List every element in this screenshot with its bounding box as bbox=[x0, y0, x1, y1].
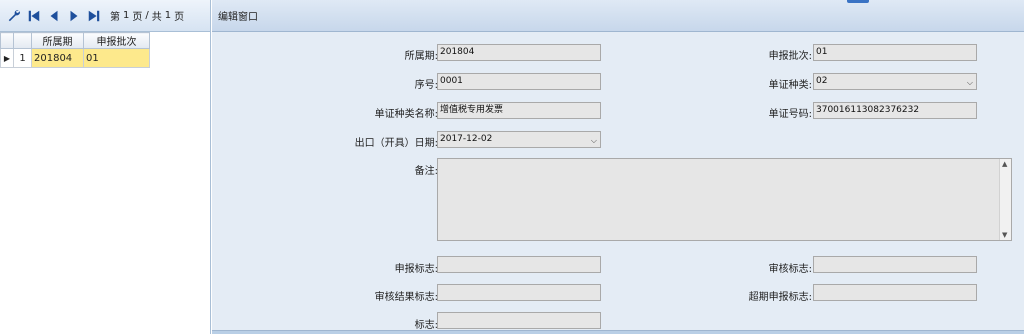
label-seq: 序号: bbox=[414, 80, 438, 91]
chevron-down-icon[interactable]: ⌵ bbox=[967, 75, 973, 89]
label-voucher-type: 单证种类: bbox=[768, 80, 812, 91]
label-audit-flag: 审核标志: bbox=[768, 264, 812, 275]
label-batch: 申报批次: bbox=[768, 51, 812, 62]
navigation-toolbar: 第 1 页 / 共 1 页 bbox=[0, 0, 210, 32]
page-separator: / bbox=[145, 10, 149, 21]
editor-header: 编辑窗口 bbox=[212, 0, 1024, 32]
page-unit: 页 bbox=[132, 12, 143, 23]
first-page-icon[interactable] bbox=[26, 8, 42, 24]
panel-bottom-border bbox=[212, 330, 1024, 334]
remark-textarea[interactable]: ▲ ▼ bbox=[437, 158, 1012, 241]
column-header-period[interactable]: 所属期 bbox=[31, 32, 84, 49]
label-period: 所属期: bbox=[404, 51, 438, 62]
column-header-batch[interactable]: 申报批次 bbox=[83, 32, 150, 49]
label-export-date: 出口（开具）日期: bbox=[354, 138, 438, 149]
cell-batch[interactable]: 01 bbox=[83, 48, 150, 68]
previous-page-icon[interactable] bbox=[46, 8, 62, 24]
row-pointer-icon: ▶ bbox=[0, 48, 14, 68]
audit-flag-field[interactable] bbox=[813, 256, 977, 273]
declare-flag-field[interactable] bbox=[437, 256, 601, 273]
label-audit-result-flag: 审核结果标志: bbox=[374, 292, 438, 303]
editor-panel: 编辑窗口 所属期: 201804 申报批次: 01 序号: 0001 单证种类:… bbox=[212, 0, 1024, 334]
page-total-prefix: 共 bbox=[151, 12, 162, 23]
record-list-panel: 第 1 页 / 共 1 页 所属期 申报批次 ▶ 1 201804 01 bbox=[0, 0, 211, 334]
export-date-picker[interactable]: 2017-12-02 ⌵ bbox=[437, 131, 601, 148]
label-voucher-type-name: 单证种类名称: bbox=[374, 109, 438, 120]
indicator-header bbox=[0, 32, 14, 49]
window-accent-bar bbox=[847, 0, 869, 3]
editor-title: 编辑窗口 bbox=[218, 12, 258, 23]
wrench-icon[interactable] bbox=[6, 8, 22, 24]
batch-field[interactable]: 01 bbox=[813, 44, 977, 61]
export-date-value: 2017-12-02 bbox=[440, 134, 493, 144]
voucher-no-field[interactable]: 370016113082376232 bbox=[813, 102, 977, 119]
record-grid: 所属期 申报批次 ▶ 1 201804 01 bbox=[0, 32, 150, 68]
row-number-header bbox=[13, 32, 32, 49]
scroll-down-icon[interactable]: ▼ bbox=[1002, 231, 1007, 239]
row-number: 1 bbox=[13, 48, 32, 68]
overdue-flag-field[interactable] bbox=[813, 284, 977, 301]
page-prefix: 第 bbox=[110, 12, 120, 23]
label-overdue-flag: 超期申报标志: bbox=[748, 292, 812, 303]
label-remark: 备注: bbox=[414, 166, 438, 177]
voucher-type-name-field[interactable]: 增值税专用发票 bbox=[437, 102, 601, 119]
last-page-icon[interactable] bbox=[86, 8, 102, 24]
voucher-type-value: 02 bbox=[816, 76, 828, 86]
cell-period[interactable]: 201804 bbox=[31, 48, 84, 68]
label-flag: 标志: bbox=[414, 320, 438, 331]
scroll-up-icon[interactable]: ▲ bbox=[1002, 160, 1007, 168]
page-total-unit: 页 bbox=[174, 12, 185, 23]
chevron-down-icon[interactable]: ⌵ bbox=[591, 133, 597, 147]
page-total: 1 bbox=[164, 10, 172, 21]
seq-field[interactable]: 0001 bbox=[437, 73, 601, 90]
label-declare-flag: 申报标志: bbox=[394, 264, 438, 275]
next-page-icon[interactable] bbox=[66, 8, 82, 24]
flag-field[interactable] bbox=[437, 312, 601, 329]
page-indicator: 第 1 页 / 共 1 页 bbox=[110, 8, 184, 23]
audit-result-flag-field[interactable] bbox=[437, 284, 601, 301]
period-field[interactable]: 201804 bbox=[437, 44, 601, 61]
page-current: 1 bbox=[123, 10, 130, 21]
label-voucher-no: 单证号码: bbox=[768, 109, 812, 120]
remark-scrollbar[interactable]: ▲ ▼ bbox=[999, 159, 1011, 240]
voucher-type-select[interactable]: 02 ⌵ bbox=[813, 73, 977, 90]
edit-form: 所属期: 201804 申报批次: 01 序号: 0001 单证种类: 02 ⌵… bbox=[212, 32, 1024, 334]
table-row[interactable]: ▶ 1 201804 01 bbox=[0, 48, 150, 68]
